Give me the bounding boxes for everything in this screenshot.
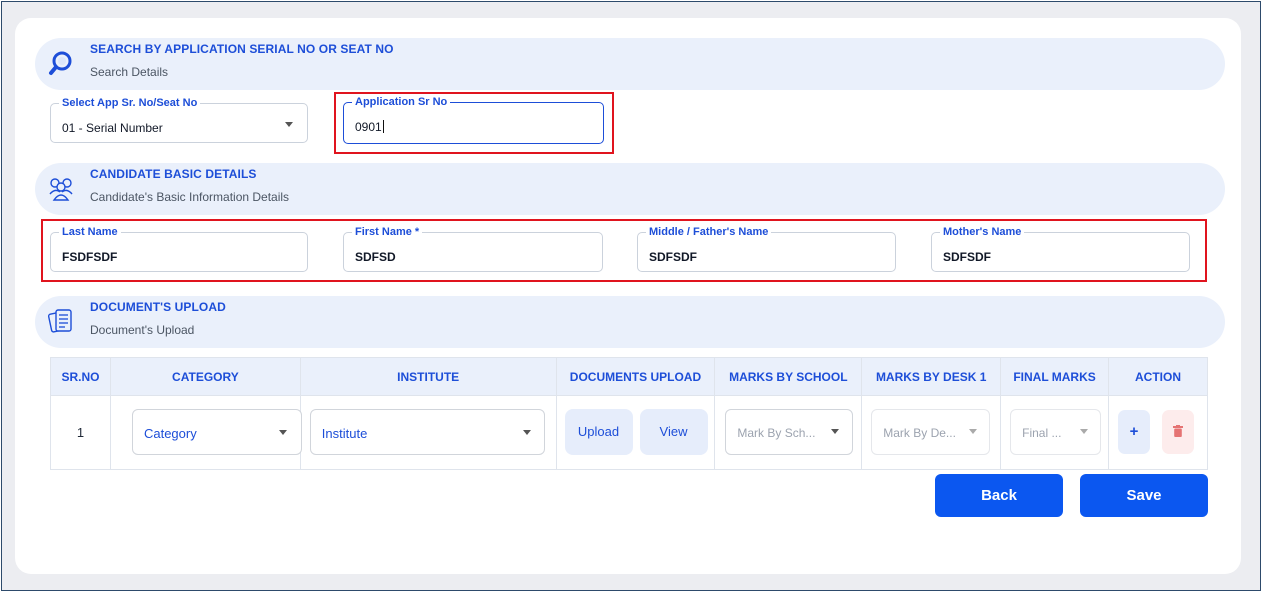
- search-section-title: SEARCH BY APPLICATION SERIAL NO OR SEAT …: [90, 42, 394, 56]
- marks-desk-cell: Mark By De...: [861, 395, 1002, 470]
- category-select[interactable]: Category: [131, 409, 302, 455]
- institute-cell: Institute: [299, 395, 557, 470]
- action-cell: +: [1108, 395, 1208, 470]
- save-button[interactable]: Save: [1080, 474, 1208, 517]
- search-icon: [47, 49, 75, 77]
- header-sr-no: SR.NO: [50, 357, 111, 396]
- documents-upload-cell: Upload View: [555, 395, 716, 470]
- chevron-down-icon: [278, 430, 287, 435]
- back-button[interactable]: Back: [935, 474, 1063, 517]
- delete-row-button[interactable]: [1162, 410, 1195, 454]
- chevron-down-icon: [969, 429, 978, 434]
- header-marks-by-desk-1: MARKS BY DESK 1: [861, 357, 1002, 396]
- header-final-marks: FINAL MARKS: [1000, 357, 1110, 396]
- marks-by-desk-select[interactable]: Mark By De...: [871, 409, 991, 455]
- marks-by-desk-placeholder: Mark By De...: [883, 426, 956, 440]
- documents-icon: [47, 307, 75, 335]
- category-select-value: Category: [143, 426, 197, 441]
- search-section-header: SEARCH BY APPLICATION SERIAL NO OR SEAT …: [35, 38, 1225, 90]
- add-row-button[interactable]: +: [1118, 410, 1151, 454]
- table-row: 1 Category Institute Upload View Mark By…: [50, 395, 1208, 470]
- institute-select[interactable]: Institute: [309, 409, 545, 455]
- final-marks-cell: Final ...: [1000, 395, 1110, 470]
- final-marks-select[interactable]: Final ...: [1010, 409, 1102, 455]
- app-sr-seat-select-label: Select App Sr. No/Seat No: [59, 96, 201, 110]
- chevron-down-icon: [522, 430, 531, 435]
- header-marks-by-school: MARKS BY SCHOOL: [714, 357, 863, 396]
- documents-section-title: DOCUMENT'S UPLOAD: [90, 300, 226, 314]
- documents-table: SR.NO CATEGORY INSTITUTE DOCUMENTS UPLOA…: [50, 357, 1208, 470]
- chevron-down-icon: [831, 429, 840, 434]
- header-action: ACTION: [1108, 357, 1208, 396]
- app-sr-seat-select[interactable]: Select App Sr. No/Seat No 01 - Serial Nu…: [50, 96, 308, 143]
- app-sr-seat-select-value: 01 - Serial Number: [62, 121, 163, 135]
- candidate-section-title: CANDIDATE BASIC DETAILS: [90, 167, 257, 181]
- category-cell: Category: [109, 395, 302, 470]
- users-icon: [47, 174, 75, 202]
- upload-button[interactable]: Upload: [564, 409, 633, 455]
- highlight-box-candidate: [41, 219, 1207, 282]
- marks-by-school-placeholder: Mark By Sch...: [737, 426, 816, 440]
- view-button[interactable]: View: [639, 409, 708, 455]
- chevron-down-icon: [285, 122, 293, 127]
- highlight-box-app-sr: [334, 92, 614, 154]
- chevron-down-icon: [1080, 429, 1089, 434]
- search-section-subtitle: Search Details: [90, 65, 169, 79]
- trash-icon: [1173, 423, 1184, 440]
- header-institute: INSTITUTE: [299, 357, 557, 396]
- marks-by-school-select[interactable]: Mark By Sch...: [725, 409, 854, 455]
- header-documents-upload: DOCUMENTS UPLOAD: [555, 357, 716, 396]
- candidate-section-header: CANDIDATE BASIC DETAILS Candidate's Basi…: [35, 163, 1225, 215]
- final-marks-placeholder: Final ...: [1022, 426, 1062, 440]
- header-category: CATEGORY: [109, 357, 301, 396]
- candidate-section-subtitle: Candidate's Basic Information Details: [90, 190, 290, 204]
- row-sr-no: 1: [50, 395, 111, 470]
- table-header-row: SR.NO CATEGORY INSTITUTE DOCUMENTS UPLOA…: [50, 357, 1208, 396]
- marks-school-cell: Mark By Sch...: [714, 395, 863, 470]
- institute-select-value: Institute: [321, 426, 368, 441]
- documents-section-subtitle: Document's Upload: [90, 323, 195, 337]
- documents-section-header: DOCUMENT'S UPLOAD Document's Upload: [35, 296, 1225, 348]
